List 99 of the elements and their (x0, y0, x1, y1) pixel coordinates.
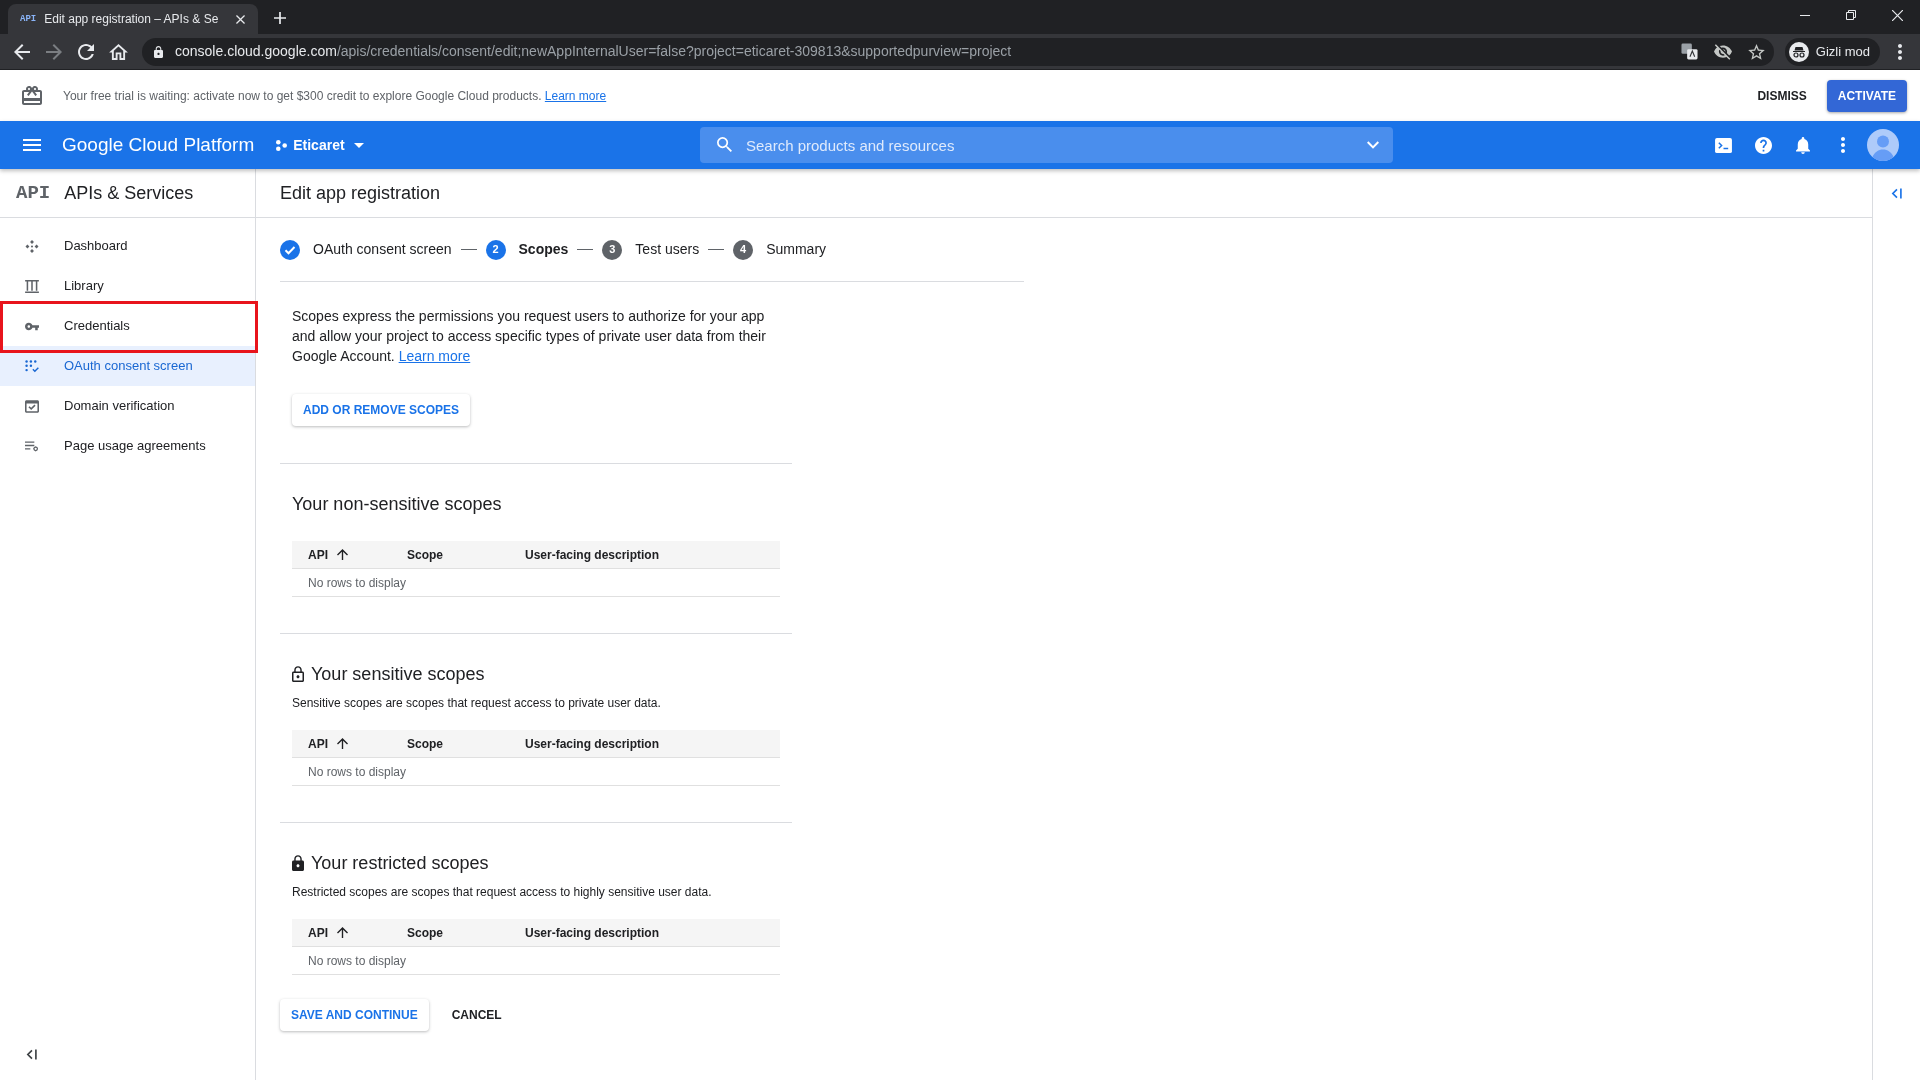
column-label: API (308, 735, 328, 753)
learn-more-link[interactable]: Learn more (398, 348, 471, 364)
lock-outline-icon (292, 666, 304, 682)
step-label: Test users (635, 240, 700, 259)
more-icon (1898, 43, 1902, 60)
lock-icon (292, 855, 304, 871)
project-selector[interactable]: Eticaret (274, 129, 366, 161)
column-header[interactable]: User-facing description (509, 729, 780, 758)
sidebar-item[interactable]: Credentials (0, 306, 255, 346)
step-connector-line (577, 249, 594, 250)
step-connector-line (708, 249, 725, 250)
step-label: Scopes (518, 240, 569, 259)
restore-icon (1846, 10, 1856, 20)
section-description: Sensitive scopes are scopes that request access to private user data. (292, 695, 662, 712)
section-title: Your non-sensitive scopes (292, 492, 502, 516)
list-gear-icon (25, 439, 39, 453)
dot-grid-check-icon (25, 359, 39, 373)
step-number: 4 (733, 239, 754, 260)
learn-more-link[interactable]: Learn more (544, 88, 607, 103)
checkbox-window-icon (25, 399, 39, 413)
translate-icon (1680, 43, 1698, 60)
sidebar-title: APIs & Services (64, 181, 194, 205)
address-bar[interactable]: console.cloud.google.com/apis/credentials/consent/edit;newAppInternalUser=false?project=eticaret-309813&supportedpurview=project (142, 37, 1774, 66)
back-arrow-icon (14, 43, 30, 60)
section-title: Your sensitive scopes (311, 662, 485, 686)
column-label: Scope (407, 924, 443, 942)
forward-arrow-icon (46, 43, 62, 60)
add-remove-scopes-button[interactable]: ADD OR REMOVE SCOPES (292, 394, 471, 426)
profile-chip[interactable]: Gizli mod (1784, 37, 1880, 66)
collapse-icon (25, 1048, 37, 1060)
search-icon (717, 137, 732, 152)
column-label: API (308, 924, 328, 942)
step-label: Summary (766, 240, 827, 259)
column-header[interactable]: User-facing description (509, 540, 780, 569)
page-title: Edit app registration (280, 181, 441, 205)
intro-text: Scopes express the permissions you request users to authorize for your app and allow your project to access specific types of private user data from their Google Account. Learn more (292, 307, 766, 366)
library-icon (25, 279, 39, 293)
project-dots-icon (276, 139, 288, 151)
empty-table-message: No rows to display (308, 574, 407, 592)
column-header[interactable]: API (292, 540, 391, 569)
search-field[interactable]: Search products and resources (700, 127, 1393, 163)
activate-button[interactable]: ACTIVATE (1826, 79, 1907, 112)
column-label: User-facing description (525, 924, 660, 942)
column-header[interactable]: Scope (391, 918, 509, 947)
dashboard-icon (25, 239, 39, 253)
caret-icon (353, 142, 364, 148)
trial-message: Your free trial is waiting: activate now to get $300 credit to explore Google Cloud products. Learn more (63, 87, 607, 105)
sidebar-item[interactable]: Domain verification (0, 386, 255, 426)
sidebar-item[interactable]: OAuth consent screen (0, 346, 255, 386)
minimize-icon (1800, 14, 1810, 16)
close-icon (1891, 9, 1903, 21)
terminal-icon (1714, 137, 1732, 153)
empty-table-message: No rows to display (308, 952, 407, 970)
gift-icon (22, 86, 42, 105)
column-label: API (308, 546, 328, 564)
column-label: User-facing description (525, 546, 660, 564)
column-label: Scope (407, 735, 443, 753)
more-icon (1841, 137, 1845, 153)
menu-icon (23, 139, 41, 151)
tab-favicon: API (20, 14, 37, 24)
bell-icon (1796, 136, 1810, 154)
step-label: OAuth consent screen (313, 240, 452, 259)
browser-tab[interactable]: API Edit app registration – APIs & Se (8, 4, 259, 34)
column-header[interactable]: User-facing description (509, 918, 780, 947)
avatar-icon (1867, 129, 1899, 161)
sidebar-item[interactable]: Dashboard (0, 226, 255, 266)
dismiss-button[interactable]: DISMISS (1749, 79, 1815, 112)
sidebar-item[interactable]: Library (0, 266, 255, 306)
column-label: Scope (407, 546, 443, 564)
column-header[interactable]: Scope (391, 540, 509, 569)
sidebar-item[interactable]: Page usage agreements (0, 426, 255, 466)
step-connector-line (460, 249, 477, 250)
section-title: Your restricted scopes (311, 851, 489, 875)
save-and-continue-button[interactable]: SAVE AND CONTINUE (280, 999, 429, 1031)
column-header[interactable]: API (292, 729, 391, 758)
help-icon (1754, 136, 1772, 154)
column-header[interactable]: Scope (391, 729, 509, 758)
app-title: Google Cloud Platform (62, 132, 255, 157)
star-icon (1747, 43, 1765, 60)
tab-title: Edit app registration – APIs & Se (44, 11, 219, 28)
reload-icon (78, 43, 94, 60)
lock-icon (154, 45, 163, 58)
step-number: 3 (602, 239, 623, 260)
close-icon (235, 14, 245, 24)
empty-table-message: No rows to display (308, 763, 407, 781)
step-number: 2 (485, 239, 506, 260)
home-icon (108, 43, 128, 60)
cancel-button[interactable]: CANCEL (440, 999, 513, 1031)
plus-icon (274, 12, 287, 24)
chevron-down-icon (1367, 141, 1379, 149)
eye-off-icon (1713, 43, 1732, 60)
collapse-icon (1891, 187, 1902, 199)
column-label: User-facing description (525, 735, 660, 753)
profile-label: Gizli mod (1815, 42, 1870, 61)
section-description: Restricted scopes are scopes that request access to highly sensitive user data. (292, 884, 713, 901)
column-header[interactable]: API (292, 918, 391, 947)
api-logo: API (16, 180, 51, 206)
url-text: console.cloud.google.com/apis/credentials/consent/edit;newAppInternalUser=false?project=eticaret-309813&supportedpurview=project (175, 42, 1012, 61)
incognito-icon (1788, 41, 1809, 62)
